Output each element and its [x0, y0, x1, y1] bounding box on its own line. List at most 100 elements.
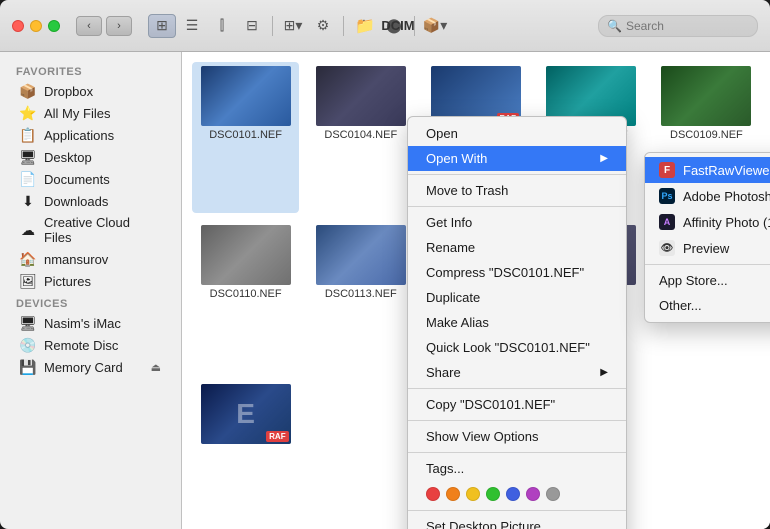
context-get-info[interactable]: Get Info	[408, 210, 626, 235]
context-copy[interactable]: Copy "DSC0101.NEF"	[408, 392, 626, 417]
sidebar-item-pictures[interactable]: 🖼 Pictures	[4, 270, 177, 292]
sidebar-item-dropbox[interactable]: 📦 Dropbox	[4, 80, 177, 102]
dropbox-button[interactable]: 📦▾	[421, 14, 449, 38]
context-tags[interactable]: Tags...	[408, 456, 626, 481]
icon-view-button[interactable]: ⊞	[148, 14, 176, 38]
submenu-separator	[645, 264, 770, 265]
separator-6	[408, 510, 626, 511]
nav-buttons: ‹ ›	[76, 16, 132, 36]
cloud-icon: ☁	[20, 222, 36, 238]
maximize-button[interactable]	[48, 20, 60, 32]
dropbox-icon: 📦	[20, 83, 36, 99]
content-area: DSC0101.NEF DSC0104.NEF RAF DSC0108.NEF	[182, 52, 770, 529]
sidebar-item-remote-disc[interactable]: 💿 Remote Disc	[4, 334, 177, 356]
desktop-icon: 🖥	[20, 149, 36, 165]
context-move-trash[interactable]: Move to Trash	[408, 178, 626, 203]
search-box[interactable]: 🔍	[598, 15, 758, 37]
sidebar-item-documents[interactable]: 📄 Documents	[4, 168, 177, 190]
file-thumb-dsc0104	[316, 66, 406, 126]
sidebar-item-nasim-imac[interactable]: 🖥 Nasim's iMac	[4, 312, 177, 334]
context-open[interactable]: Open	[408, 121, 626, 146]
file-label-dsc0109: DSC0109.NEF	[670, 129, 743, 141]
context-quick-look[interactable]: Quick Look "DSC0101.NEF"	[408, 335, 626, 360]
context-compress[interactable]: Compress "DSC0101.NEF"	[408, 260, 626, 285]
submenu-photoshop[interactable]: Ps Adobe Photoshop CC 2017	[645, 183, 770, 209]
submenu-preview[interactable]: 👁 Preview	[645, 235, 770, 261]
file-label-dsc0101: DSC0101.NEF	[209, 129, 282, 141]
sidebar-item-downloads[interactable]: ⬇ Downloads	[4, 190, 177, 212]
file-item-raf3[interactable]: E RAF	[192, 380, 299, 519]
disc-icon: 💿	[20, 337, 36, 353]
column-view-button[interactable]: ⫿	[208, 14, 236, 38]
context-share[interactable]: Share ▶	[408, 360, 626, 385]
tag-orange[interactable]	[446, 487, 460, 501]
sidebar-label-desktop: Desktop	[44, 150, 92, 165]
arrange-button[interactable]: ⊞▾	[279, 14, 307, 38]
imac-icon: 🖥	[20, 315, 36, 331]
separator-3	[408, 388, 626, 389]
sidebar-item-nmansurov[interactable]: 🏠 nmansurov	[4, 248, 177, 270]
sidebar-item-memory-card[interactable]: 💾 Memory Card ⏏	[4, 356, 177, 378]
tag-red[interactable]	[426, 487, 440, 501]
submenu-fastraw[interactable]: F FastRawViewer (default) (1.4.3)	[645, 157, 770, 183]
sidebar-label-downloads: Downloads	[44, 194, 108, 209]
color-tags	[408, 481, 626, 507]
pictures-icon: 🖼	[20, 273, 36, 289]
sidebar-item-desktop[interactable]: 🖥 Desktop	[4, 146, 177, 168]
submenu-app-store[interactable]: App Store...	[645, 268, 770, 293]
forward-button[interactable]: ›	[106, 16, 132, 36]
file-label-dsc0113: DSC0113.NEF	[325, 288, 397, 300]
applications-icon: 📋	[20, 127, 36, 143]
sidebar-item-all-my-files[interactable]: ⭐ All My Files	[4, 102, 177, 124]
separator-1	[408, 174, 626, 175]
context-rename[interactable]: Rename	[408, 235, 626, 260]
file-item-dsc0113[interactable]: DSC0113.NEF	[307, 221, 414, 372]
file-thumb-raf3: E RAF	[201, 384, 291, 444]
affinity-icon: A	[659, 214, 675, 230]
tag-yellow[interactable]	[466, 487, 480, 501]
context-set-desktop[interactable]: Set Desktop Picture	[408, 514, 626, 529]
file-item-dsc0110[interactable]: DSC0110.NEF	[192, 221, 299, 372]
file-item-dsc0101[interactable]: DSC0101.NEF	[192, 62, 299, 213]
context-make-alias[interactable]: Make Alias	[408, 310, 626, 335]
folder-icon: 📁	[355, 16, 375, 36]
search-input[interactable]	[626, 19, 746, 33]
window-title: 📁 DCIM	[355, 16, 414, 36]
tag-purple[interactable]	[526, 487, 540, 501]
file-item-dsc0104[interactable]: DSC0104.NEF	[307, 62, 414, 213]
submenu-other[interactable]: Other...	[645, 293, 770, 318]
tag-gray[interactable]	[546, 487, 560, 501]
submenu-affinity[interactable]: A Affinity Photo (1.5.2)	[645, 209, 770, 235]
sidebar-label-dropbox: Dropbox	[44, 84, 93, 99]
file-label-dsc0104: DSC0104.NEF	[324, 129, 397, 141]
main-layout: Favorites 📦 Dropbox ⭐ All My Files 📋 App…	[0, 52, 770, 529]
list-view-button[interactable]: ☰	[178, 14, 206, 38]
sidebar-label-all-my-files: All My Files	[44, 106, 110, 121]
context-menu-main[interactable]: Open Open With ▶ Move to Trash Get Info	[407, 116, 627, 529]
toolbar-separator-1	[272, 16, 273, 36]
sidebar-item-creative-cloud[interactable]: ☁ Creative Cloud Files	[4, 212, 177, 248]
sidebar-label-creative-cloud: Creative Cloud Files	[44, 215, 161, 245]
documents-icon: 📄	[20, 171, 36, 187]
finder-window: ‹ › ⊞ ☰ ⫿ ⊟ ⊞▾ ⚙ ⬆ ⬤ 📦▾ 📁 DCIM 🔍	[0, 0, 770, 529]
memory-card-icon: 💾	[20, 359, 36, 375]
star-icon: ⭐	[20, 105, 36, 121]
context-duplicate[interactable]: Duplicate	[408, 285, 626, 310]
titlebar: ‹ › ⊞ ☰ ⫿ ⊟ ⊞▾ ⚙ ⬆ ⬤ 📦▾ 📁 DCIM 🔍	[0, 0, 770, 52]
sidebar: Favorites 📦 Dropbox ⭐ All My Files 📋 App…	[0, 52, 182, 529]
tag-blue[interactable]	[506, 487, 520, 501]
tag-green[interactable]	[486, 487, 500, 501]
action-button[interactable]: ⚙	[309, 14, 337, 38]
sidebar-item-applications[interactable]: 📋 Applications	[4, 124, 177, 146]
eject-icon[interactable]: ⏏	[151, 361, 161, 374]
ps-icon: Ps	[659, 188, 675, 204]
close-button[interactable]	[12, 20, 24, 32]
flow-view-button[interactable]: ⊟	[238, 14, 266, 38]
separator-5	[408, 452, 626, 453]
back-button[interactable]: ‹	[76, 16, 102, 36]
submenu-open-with[interactable]: F FastRawViewer (default) (1.4.3) Ps Ado…	[644, 152, 770, 323]
minimize-button[interactable]	[30, 20, 42, 32]
context-open-with[interactable]: Open With ▶	[408, 146, 626, 171]
context-show-view-opts[interactable]: Show View Options	[408, 424, 626, 449]
downloads-icon: ⬇	[20, 193, 36, 209]
